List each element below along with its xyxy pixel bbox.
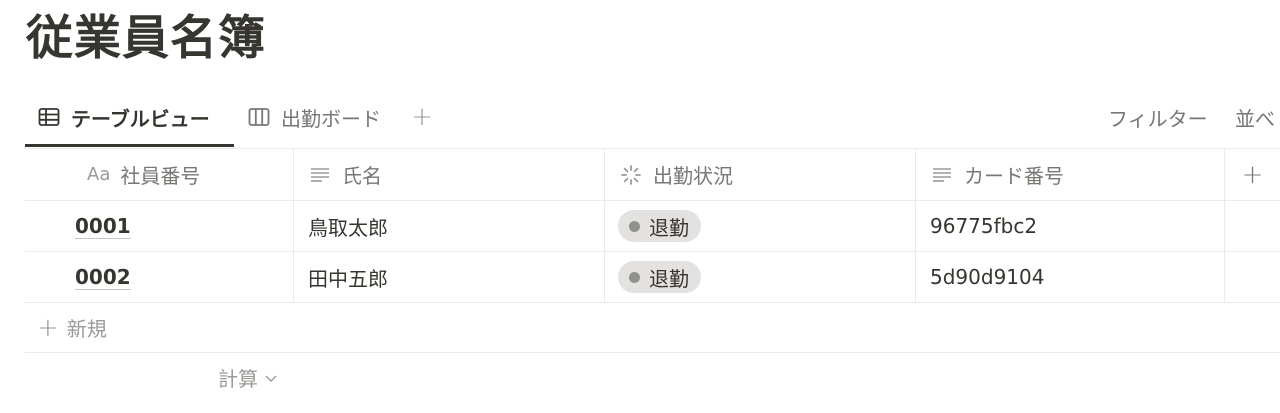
employee-id-link[interactable]: 0002 bbox=[75, 265, 131, 290]
column-divider bbox=[1224, 252, 1225, 302]
employee-table: Aa 社員番号 氏名 出勤状況 カード番号 + 0001 鳥取太郎 退勤 967… bbox=[25, 148, 1280, 402]
column-header-card-number[interactable]: カード番号 bbox=[916, 149, 1224, 200]
column-header-employee-id[interactable]: Aa 社員番号 bbox=[25, 149, 293, 200]
table-row[interactable]: 0002 田中五郎 退勤 5d90d9104 bbox=[25, 251, 1280, 302]
table-row[interactable]: 0001 鳥取太郎 退勤 96775fbc2 bbox=[25, 200, 1280, 251]
cell-employee-id[interactable]: 0001 bbox=[25, 201, 293, 251]
column-label: カード番号 bbox=[964, 164, 1064, 188]
board-icon bbox=[248, 108, 270, 126]
table-icon bbox=[38, 108, 60, 126]
calculation-row: 計算 bbox=[25, 352, 1280, 402]
column-divider bbox=[1224, 201, 1225, 251]
calculate-label: 計算 bbox=[218, 367, 258, 391]
column-label: 氏名 bbox=[342, 164, 382, 188]
status-label: 退勤 bbox=[649, 215, 689, 240]
cell-employee-id[interactable]: 0002 bbox=[25, 252, 293, 302]
status-badge[interactable]: 退勤 bbox=[618, 210, 701, 242]
add-view-button[interactable]: + bbox=[407, 102, 437, 132]
column-label: 社員番号 bbox=[120, 164, 201, 188]
plus-icon: + bbox=[37, 312, 59, 343]
text-lines-icon bbox=[933, 167, 951, 182]
cell-card-number[interactable]: 5d90d9104 bbox=[916, 252, 1224, 302]
status-dot-icon bbox=[629, 220, 640, 232]
tab-table-view[interactable]: テーブルビュー bbox=[37, 94, 210, 140]
tab-label: テーブルビュー bbox=[71, 106, 210, 131]
column-header-attendance-status[interactable]: 出勤状況 bbox=[605, 149, 915, 200]
status-badge[interactable]: 退勤 bbox=[618, 261, 701, 293]
text-lines-icon bbox=[311, 167, 329, 182]
title-aa-icon: Aa bbox=[87, 164, 111, 185]
active-tab-indicator bbox=[25, 144, 234, 147]
status-dot-icon bbox=[629, 271, 640, 283]
filter-button[interactable]: フィルター bbox=[1108, 94, 1208, 140]
calculate-button[interactable]: 計算 bbox=[218, 353, 278, 402]
status-loader-icon bbox=[621, 164, 641, 185]
cell-attendance-status[interactable]: 退勤 bbox=[605, 252, 915, 302]
column-header-name[interactable]: 氏名 bbox=[294, 149, 604, 200]
tab-board-view[interactable]: 出勤ボード bbox=[247, 94, 381, 140]
status-label: 退勤 bbox=[649, 266, 689, 291]
add-column-button[interactable]: + bbox=[1225, 149, 1280, 200]
new-row-label: 新規 bbox=[66, 317, 107, 341]
table-header-row: Aa 社員番号 氏名 出勤状況 カード番号 + bbox=[25, 148, 1280, 200]
chevron-down-icon bbox=[265, 375, 277, 382]
cell-name[interactable]: 田中五郎 bbox=[294, 252, 604, 302]
page-title: 従業員名簿 bbox=[26, 11, 266, 66]
tab-label: 出勤ボード bbox=[281, 106, 381, 131]
sort-button[interactable]: 並べ bbox=[1235, 94, 1275, 140]
column-label: 出勤状況 bbox=[653, 164, 733, 188]
employee-id-link[interactable]: 0001 bbox=[75, 214, 131, 239]
cell-name[interactable]: 鳥取太郎 bbox=[294, 201, 604, 251]
cell-card-number[interactable]: 96775fbc2 bbox=[916, 201, 1224, 251]
cell-attendance-status[interactable]: 退勤 bbox=[605, 201, 915, 251]
new-row-button[interactable]: + 新規 bbox=[25, 302, 1280, 352]
view-tabs-bar: テーブルビュー 出勤ボード + フィルター 並べ bbox=[25, 94, 1280, 148]
